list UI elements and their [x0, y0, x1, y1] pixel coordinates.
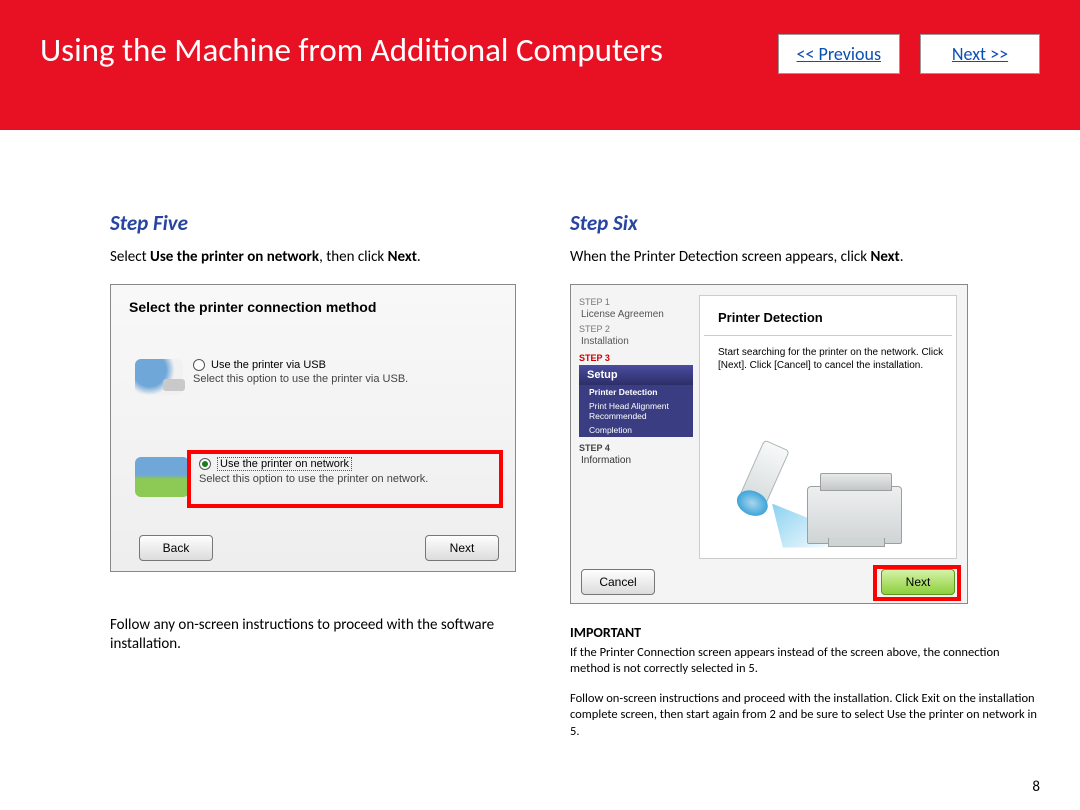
panel-text: Start searching for the printer on the n…	[718, 346, 956, 372]
sidebar-step4: STEP 4	[579, 443, 693, 453]
sidebar-setup: Setup	[579, 365, 693, 385]
page-number: 8	[1032, 778, 1040, 796]
step-six-instruction: When the Printer Detection screen appear…	[570, 248, 1040, 268]
sidebar-step2: STEP 2	[579, 324, 693, 334]
sidebar-print-head: Print Head Alignment Recommended	[579, 399, 693, 423]
sidebar-printer-detection: Printer Detection	[579, 385, 693, 399]
sidebar-step1-text: License Agreemen	[581, 309, 693, 320]
page-title: Using the Machine from Additional Comput…	[40, 30, 663, 70]
usb-printer-icon	[135, 359, 183, 395]
step-five-followup: Follow any on-screen instructions to pro…	[110, 616, 540, 655]
step-six-section: Step Six When the Printer Detection scre…	[570, 210, 1040, 740]
separator	[704, 335, 952, 336]
sidebar-completion: Completion	[579, 423, 693, 437]
back-button[interactable]: Back	[139, 535, 213, 561]
screenshot-connection-method: Select the printer connection method Use…	[110, 284, 516, 572]
option-usb-desc: Select this option to use the printer vi…	[193, 373, 408, 385]
printer-icon	[807, 486, 902, 544]
next-button-label: Next	[906, 575, 931, 589]
important-paragraph-2: Follow on-screen instructions and procee…	[570, 691, 1040, 740]
screenshot-printer-detection: STEP 1 License Agreemen STEP 2 Installat…	[570, 284, 968, 604]
text: .	[900, 248, 904, 266]
step-five-instruction: Select Use the printer on network, then …	[110, 248, 540, 268]
step-five-title: Step Five	[110, 210, 540, 236]
sidebar-step3: STEP 3	[579, 353, 693, 363]
text: .	[417, 248, 421, 266]
text: Select	[110, 248, 150, 266]
text: When the Printer Detection screen appear…	[570, 248, 870, 266]
flashlight-icon	[734, 439, 790, 518]
printer-illustration	[738, 442, 918, 552]
option-usb: Use the printer via USB Select this opti…	[135, 359, 408, 395]
text: , then click	[319, 248, 388, 266]
wizard-button-bar: Cancel Next	[571, 563, 967, 603]
text-bold: Next	[388, 248, 417, 266]
banner: Using the Machine from Additional Comput…	[0, 0, 1080, 130]
wizard-main-panel: Printer Detection Start searching for th…	[699, 295, 957, 559]
dialog-title: Select the printer connection method	[129, 299, 497, 315]
option-usb-label: Use the printer via USB	[211, 359, 326, 371]
wizard-sidebar: STEP 1 License Agreemen STEP 2 Installat…	[579, 293, 693, 466]
next-button-wizard[interactable]: Next	[881, 569, 955, 595]
highlight-box	[187, 450, 503, 508]
sidebar-step1: STEP 1	[579, 297, 693, 307]
next-button[interactable]: Next >>	[920, 34, 1040, 74]
cancel-button[interactable]: Cancel	[581, 569, 655, 595]
step-six-title: Step Six	[570, 210, 1040, 236]
text-bold: Use the printer on network	[150, 248, 319, 266]
nav-buttons: << Previous Next >>	[778, 34, 1040, 74]
sidebar-step2-text: Installation	[581, 336, 693, 347]
network-printer-icon	[135, 457, 189, 497]
important-paragraph-1: If the Printer Connection screen appears…	[570, 645, 1040, 678]
panel-title: Printer Detection	[718, 310, 956, 325]
next-button-dialog[interactable]: Next	[425, 535, 499, 561]
step-five-section: Step Five Select Use the printer on netw…	[110, 210, 540, 740]
important-heading: IMPORTANT	[570, 624, 1040, 641]
sidebar-information: Information	[581, 455, 693, 466]
radio-usb[interactable]	[193, 359, 205, 371]
text-bold: Next	[870, 248, 899, 266]
previous-button[interactable]: << Previous	[778, 34, 900, 74]
